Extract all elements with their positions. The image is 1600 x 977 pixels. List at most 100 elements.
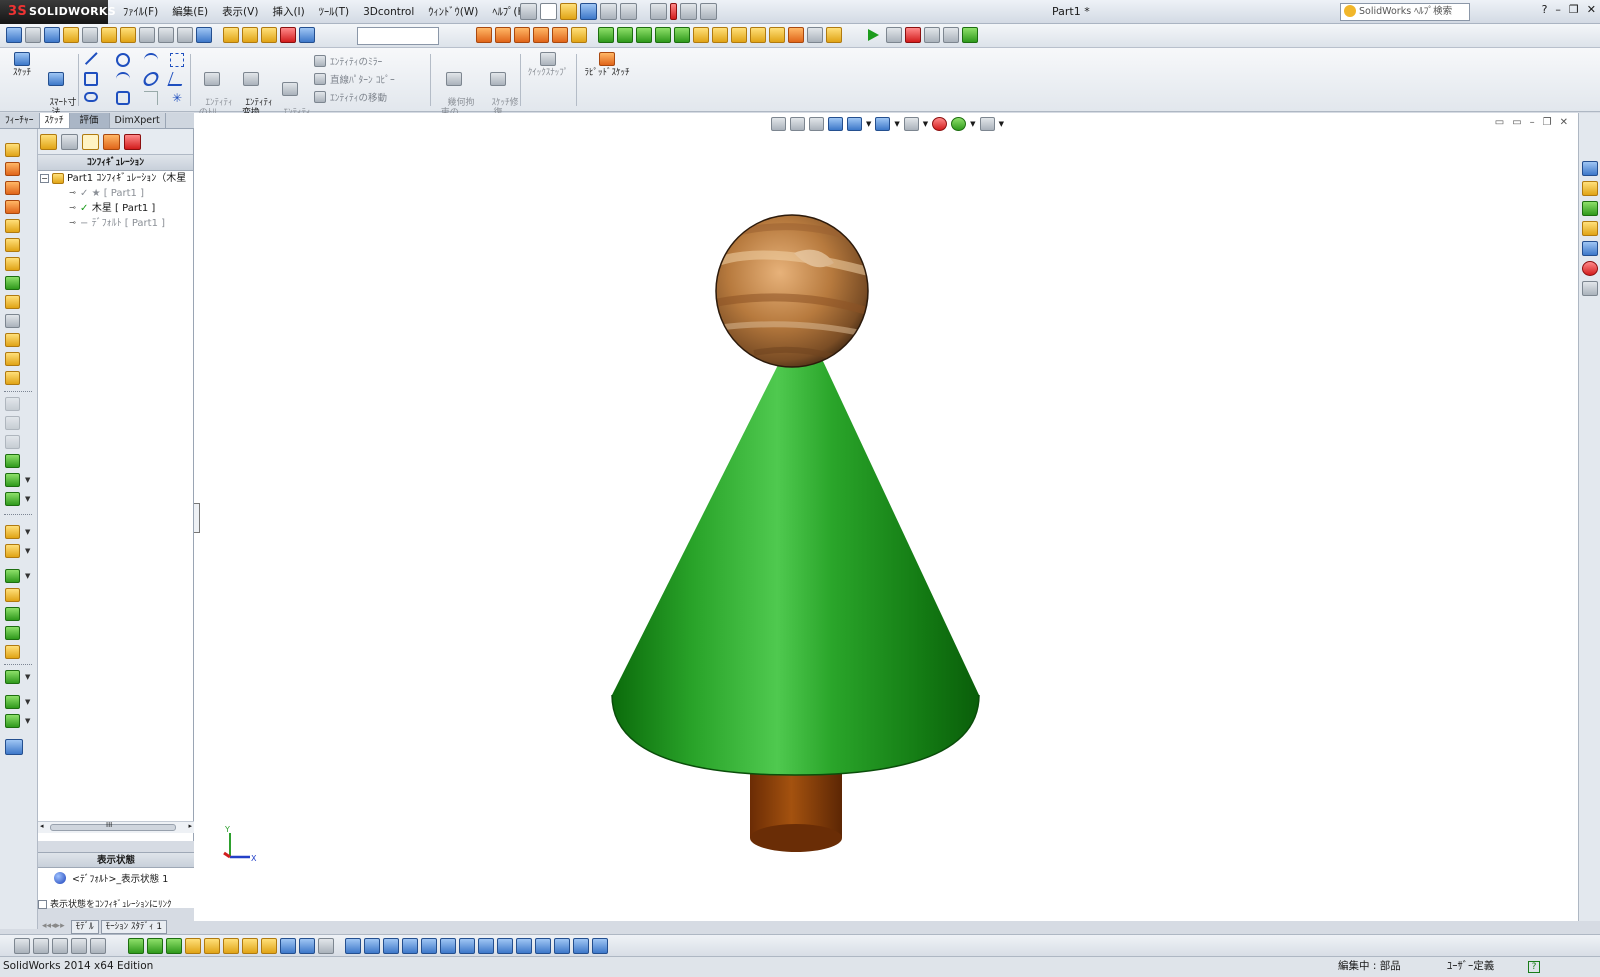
filter-dimensions-icon[interactable] bbox=[345, 938, 361, 954]
select-cursor-icon[interactable] bbox=[71, 938, 87, 954]
power-icon[interactable] bbox=[261, 27, 277, 43]
filter-edges-icon[interactable] bbox=[147, 938, 163, 954]
point-grid-icon[interactable] bbox=[170, 53, 184, 67]
rapid-sketch-button[interactable]: ﾗﾋﾟｯﾄﾞｽｹｯﾁ bbox=[580, 52, 634, 78]
view-back-icon[interactable] bbox=[617, 27, 633, 43]
tree-item-config-star[interactable]: ⊸ ✓ ★ [ Part1 ] bbox=[68, 186, 144, 201]
sketch-plane-icon[interactable] bbox=[5, 739, 23, 755]
previous-view-icon[interactable] bbox=[809, 117, 824, 131]
shell-feature-icon[interactable] bbox=[5, 435, 20, 449]
check-icon[interactable] bbox=[120, 27, 136, 43]
play-icon[interactable] bbox=[868, 29, 879, 41]
jupiter-sphere[interactable] bbox=[714, 214, 874, 368]
filter-faces-icon[interactable] bbox=[166, 938, 182, 954]
tree-item-config-default[interactable]: ⊸ − ﾃﾞﾌｫﾙﾄ [ Part1 ] bbox=[68, 216, 165, 231]
dropdown-arrow-icon[interactable]: ▼ bbox=[970, 120, 975, 128]
layer-combo[interactable] bbox=[357, 27, 439, 45]
view-iso-icon[interactable] bbox=[712, 27, 728, 43]
gear-icon[interactable] bbox=[242, 27, 258, 43]
reference-geometry-icon[interactable] bbox=[5, 473, 20, 487]
ellipse-icon[interactable] bbox=[141, 72, 161, 86]
macro-new-icon[interactable] bbox=[924, 27, 940, 43]
rectangle-icon[interactable] bbox=[84, 72, 98, 86]
measure-icon[interactable] bbox=[25, 27, 41, 43]
filter-cosmetic-thread-icon[interactable] bbox=[478, 938, 494, 954]
tab-features[interactable]: ﾌｨｰﾁｬｰ bbox=[0, 113, 40, 128]
table-icon[interactable] bbox=[196, 27, 212, 43]
collapse-toggle-icon[interactable]: − bbox=[40, 173, 49, 183]
filter-surface-finish-icon[interactable] bbox=[364, 938, 380, 954]
filter-geometric-tolerance-icon[interactable] bbox=[383, 938, 399, 954]
tab-scroll-arrows-icon[interactable]: ◂◂◂▸▸ bbox=[38, 920, 69, 934]
zoom-fit-icon[interactable] bbox=[807, 27, 823, 43]
polygon-icon[interactable] bbox=[116, 91, 130, 105]
apply-scene-icon[interactable] bbox=[951, 117, 967, 131]
macro-customize-icon[interactable] bbox=[962, 27, 978, 43]
mirror-entities-button[interactable]: ｴﾝﾃｨﾃｨのﾐﾗｰ bbox=[314, 54, 382, 68]
panel-collapse-handle[interactable] bbox=[194, 503, 200, 533]
macro-record-icon[interactable] bbox=[905, 27, 921, 43]
draft-icon[interactable] bbox=[5, 416, 20, 430]
menu-edit[interactable]: 編集(E) bbox=[165, 0, 215, 24]
evaluate-icon[interactable] bbox=[82, 27, 98, 43]
tab-dimxpert[interactable]: DimXpert bbox=[110, 113, 166, 128]
tree-item-config-jupiter[interactable]: ⊸ ✓ 木星 [ Part1 ] bbox=[68, 201, 155, 216]
tab-model[interactable]: ﾓﾃﾞﾙ bbox=[70, 920, 99, 934]
wrap-icon[interactable] bbox=[5, 569, 20, 583]
fillet-icon[interactable] bbox=[552, 27, 568, 43]
scroll-left-icon[interactable]: ◂ bbox=[40, 822, 44, 830]
select-cursor-icon[interactable] bbox=[650, 3, 667, 20]
move-entities-button[interactable]: ｴﾝﾃｨﾃｨの移動 bbox=[314, 90, 387, 104]
close-button[interactable]: ✕ bbox=[1587, 3, 1596, 16]
menu-window[interactable]: ｳｨﾝﾄﾞｳ(W) bbox=[421, 0, 485, 24]
tab-evaluate[interactable]: 評価 bbox=[69, 113, 110, 128]
dropdown-arrow-icon[interactable]: ▼ bbox=[866, 120, 871, 128]
grid-icon[interactable] bbox=[44, 27, 60, 43]
spline-icon[interactable] bbox=[144, 53, 158, 67]
dome-icon[interactable] bbox=[5, 544, 20, 558]
display-manager-tab-icon[interactable] bbox=[124, 134, 141, 150]
tree-cone[interactable] bbox=[611, 359, 980, 776]
hole-wizard-icon[interactable] bbox=[5, 257, 20, 271]
filter-midpoints-icon[interactable] bbox=[299, 938, 315, 954]
menu-view[interactable]: 表示(V) bbox=[215, 0, 265, 24]
fillet-feature-icon[interactable] bbox=[5, 352, 20, 366]
shell-icon[interactable] bbox=[571, 27, 587, 43]
menu-insert[interactable]: 挿入(I) bbox=[265, 0, 311, 24]
tree-root[interactable]: − Part1 ｺﾝﾌｨｷﾞｭﾚｰｼｮﾝ（木星 bbox=[40, 171, 186, 186]
minimize-button[interactable]: – bbox=[1555, 3, 1561, 16]
filter-solid-bodies-icon[interactable] bbox=[204, 938, 220, 954]
tab-motion-study[interactable]: ﾓｰｼｮﾝ ｽﾀﾃﾞｨ 1 bbox=[100, 920, 168, 934]
custom-properties-icon[interactable] bbox=[1582, 281, 1598, 296]
filter-clear-icon[interactable] bbox=[33, 938, 49, 954]
view-trimetric-icon[interactable] bbox=[750, 27, 766, 43]
macro-edit-icon[interactable] bbox=[943, 27, 959, 43]
revolve-cut-icon[interactable] bbox=[5, 276, 20, 290]
instant3d-icon[interactable] bbox=[223, 27, 239, 43]
linear-pattern-button[interactable]: 直線ﾊﾟﾀｰﾝ ｺﾋﾟｰ bbox=[314, 72, 395, 86]
sweep-icon[interactable] bbox=[514, 27, 530, 43]
scroll-right-icon[interactable]: ▸ bbox=[188, 822, 192, 830]
filter-routing-points-icon[interactable] bbox=[554, 938, 570, 954]
sketch-tool-icon[interactable] bbox=[6, 27, 22, 43]
view-settings-icon[interactable] bbox=[979, 117, 995, 131]
stop-record-icon[interactable] bbox=[280, 27, 296, 43]
section-view-icon[interactable] bbox=[788, 27, 804, 43]
menu-file[interactable]: ﾌｧｲﾙ(F) bbox=[116, 0, 165, 24]
revolve-boss-icon[interactable] bbox=[5, 162, 20, 176]
appearance-icon[interactable] bbox=[299, 27, 315, 43]
feature-manager-tab-icon[interactable] bbox=[40, 134, 57, 150]
view-palette-icon[interactable] bbox=[1582, 241, 1598, 256]
file-explorer-icon[interactable] bbox=[1582, 221, 1598, 236]
filter-connection-points-icon[interactable] bbox=[535, 938, 551, 954]
print-icon[interactable] bbox=[600, 3, 617, 20]
help-question-icon[interactable]: ? bbox=[1542, 3, 1548, 16]
checkbox-icon[interactable] bbox=[38, 900, 47, 909]
dropdown-arrow-icon[interactable]: ▼ bbox=[894, 120, 899, 128]
menu-tools[interactable]: ﾂｰﾙ(T) bbox=[312, 0, 356, 24]
filter-sketch-points-icon[interactable] bbox=[261, 938, 277, 954]
curve-through-points-icon[interactable] bbox=[5, 714, 20, 728]
horizontal-scrollbar[interactable]: ◂ III ▸ bbox=[38, 821, 194, 833]
filter-center-lines-icon[interactable] bbox=[592, 938, 608, 954]
property-manager-tab-icon[interactable] bbox=[61, 134, 78, 150]
